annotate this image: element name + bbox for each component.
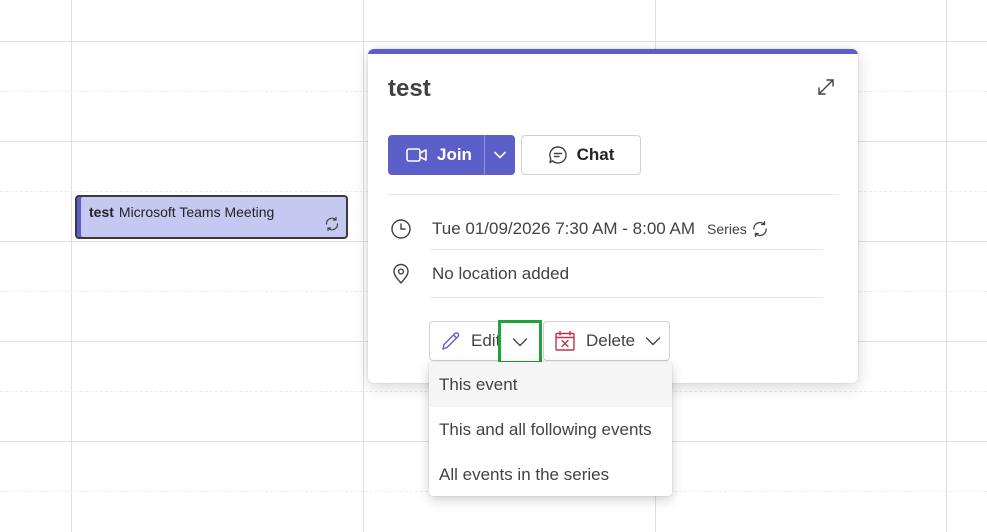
delete-label: Delete — [586, 331, 636, 350]
grid-line — [71, 0, 72, 532]
edit-options-menu: This event This and all following events… — [429, 362, 672, 496]
series-indicator: Series — [707, 220, 769, 238]
menu-item-label: All events in the series — [439, 464, 610, 484]
expand-icon[interactable] — [816, 77, 836, 97]
grid-line — [946, 0, 947, 532]
edit-split-button: Edit — [429, 320, 542, 364]
menu-item-this-event[interactable]: This event — [429, 362, 672, 407]
series-label: Series — [707, 221, 747, 237]
event-time-text: Tue 01/09/2026 7:30 AM - 8:00 AM — [432, 219, 696, 238]
delete-button[interactable]: Delete — [543, 321, 670, 361]
menu-item-label: This event — [439, 374, 518, 394]
chevron-down-icon — [494, 151, 506, 159]
menu-item-label: This and all following events — [439, 419, 652, 439]
recurring-icon — [751, 220, 769, 238]
popup-accent-bar — [368, 49, 858, 54]
divider — [430, 297, 823, 298]
menu-item-all-events[interactable]: All events in the series — [429, 452, 672, 496]
event-subtitle: Microsoft Teams Meeting — [118, 204, 275, 220]
popup-title: test — [388, 75, 431, 102]
divider — [388, 194, 838, 195]
recurring-icon — [324, 216, 340, 232]
edit-button[interactable]: Edit — [430, 330, 500, 352]
event-details-popup: test Join Chat Tue 01/09/2026 7:30 AM - … — [368, 49, 858, 383]
divider — [430, 249, 823, 250]
join-label: Join — [437, 145, 472, 164]
location-text: No location added — [432, 264, 570, 283]
join-button[interactable]: Join — [388, 135, 484, 175]
time-row: Tue 01/09/2026 7:30 AM - 8:00 AM Series — [390, 218, 769, 240]
edit-label: Edit — [471, 331, 500, 350]
pencil-icon — [440, 330, 462, 352]
join-split-button: Join — [388, 135, 515, 175]
calendar-delete-icon — [554, 330, 576, 352]
chat-label: Chat — [576, 145, 615, 164]
chevron-down-icon — [645, 336, 661, 346]
location-pin-icon — [390, 263, 412, 285]
chat-button[interactable]: Chat — [521, 135, 641, 175]
clock-icon — [390, 218, 412, 240]
calendar-event[interactable]: test Microsoft Teams Meeting — [75, 195, 348, 239]
grid-line — [363, 0, 364, 532]
video-camera-icon — [406, 147, 428, 163]
chat-bubble-icon — [548, 145, 568, 165]
join-dropdown-button[interactable] — [485, 135, 515, 175]
event-title: test — [89, 204, 114, 220]
chevron-down-icon — [512, 337, 528, 347]
location-row: No location added — [390, 263, 569, 285]
edit-dropdown-button[interactable] — [498, 320, 542, 364]
menu-item-following-events[interactable]: This and all following events — [429, 407, 672, 452]
grid-line — [0, 41, 987, 42]
